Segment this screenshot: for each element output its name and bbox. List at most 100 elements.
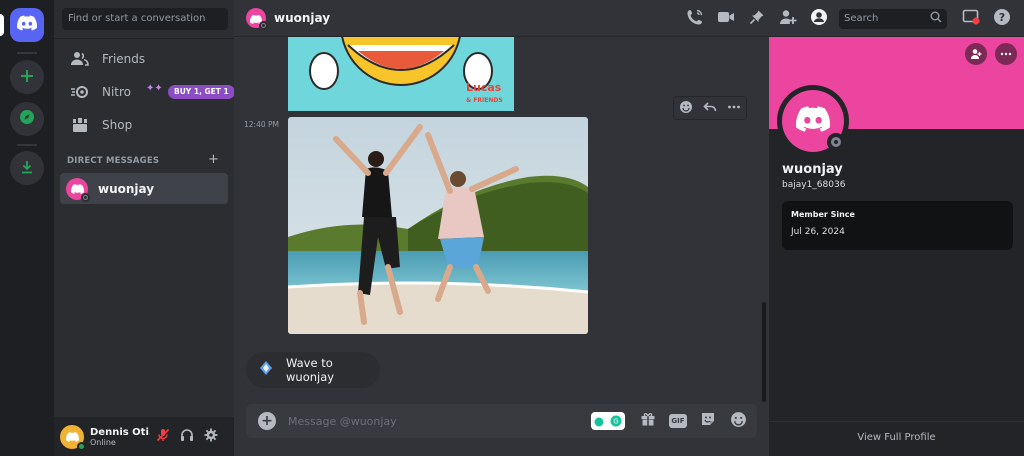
- add-friend-icon: [779, 9, 797, 29]
- message-toolbar: [673, 96, 747, 120]
- help-icon: ?: [993, 8, 1011, 30]
- sticker-image[interactable]: Lucas & FRIENDS: [288, 37, 514, 111]
- upload-plus-button[interactable]: +: [258, 412, 276, 430]
- divider: [769, 421, 1024, 422]
- member-since-date: Jul 26, 2024: [791, 227, 845, 237]
- online-status-icon: [77, 441, 86, 451]
- server-rail: [0, 0, 54, 456]
- add-friend-icon: [970, 45, 982, 64]
- sticker-brand: Lucas: [466, 81, 502, 94]
- dm-name: wuonjay: [98, 181, 155, 196]
- add-reaction-icon[interactable]: [679, 99, 693, 118]
- avatar: [66, 177, 90, 202]
- user-settings-button[interactable]: [200, 426, 222, 448]
- explore-servers-button[interactable]: [10, 102, 44, 136]
- dm-item-wuonjay[interactable]: wuonjay: [60, 173, 228, 204]
- offline-status-icon: [827, 133, 845, 151]
- user-info[interactable]: Dennis Oti... Online: [90, 427, 150, 447]
- avatar: [246, 8, 268, 30]
- mic-muted-icon: [156, 427, 170, 446]
- sidebar-item-friends[interactable]: Friends: [62, 44, 228, 74]
- channel-title[interactable]: wuonjay: [246, 8, 330, 30]
- download-apps-button[interactable]: [10, 151, 44, 185]
- gift-icon: [640, 411, 656, 431]
- more-options-icon: [1000, 45, 1012, 64]
- sparkle-icon: ✦✦: [146, 83, 163, 94]
- view-full-profile-button[interactable]: View Full Profile: [769, 432, 1024, 443]
- download-icon: [20, 159, 34, 178]
- inbox-button[interactable]: [959, 7, 983, 31]
- compass-icon: [19, 109, 35, 129]
- sticker-brand-sub: & FRIENDS: [466, 97, 503, 104]
- sidebar-item-nitro[interactable]: Nitro ✦✦ BUY 1, GET 1: [62, 77, 235, 107]
- search-input[interactable]: Search: [839, 8, 947, 29]
- chat-header: wuonjay Search ?: [234, 0, 1024, 37]
- add-friend-button[interactable]: [965, 43, 987, 65]
- find-conversation-input[interactable]: Find or start a conversation: [62, 8, 228, 30]
- discord-logo-icon: [17, 15, 38, 35]
- mute-button[interactable]: [152, 426, 174, 448]
- svg-text:G: G: [613, 417, 618, 425]
- add-friends-to-dm-button[interactable]: [776, 7, 800, 31]
- nitro-icon: [70, 82, 90, 102]
- offline-status-icon: [259, 21, 268, 30]
- friends-icon: [70, 49, 90, 69]
- create-dm-button[interactable]: +: [208, 152, 219, 167]
- discord-logo-icon: [796, 106, 831, 136]
- header-toolbar: Search ?: [676, 0, 1024, 37]
- pinned-messages-button[interactable]: [745, 7, 769, 31]
- inbox-icon: [962, 9, 980, 29]
- profile-display-name: wuonjay: [782, 162, 843, 177]
- sticker-button[interactable]: [697, 410, 719, 432]
- video-call-icon: [717, 9, 735, 28]
- sticker-icon: [700, 411, 716, 431]
- help-button[interactable]: ?: [990, 7, 1014, 31]
- nitro-promo-badge: BUY 1, GET 1: [168, 85, 235, 99]
- user-avatar[interactable]: [60, 424, 86, 451]
- svg-text:?: ?: [999, 11, 1005, 24]
- gif-icon: GIF: [669, 414, 687, 428]
- offline-status-icon: [81, 192, 90, 202]
- direct-messages-header: DIRECT MESSAGES: [67, 156, 160, 166]
- wave-button[interactable]: Wave to wuonjay: [246, 352, 380, 388]
- sidebar-item-label: Friends: [102, 52, 146, 66]
- voice-call-icon: [686, 8, 704, 30]
- gift-button[interactable]: [637, 410, 659, 432]
- shop-icon: [70, 115, 90, 135]
- search-placeholder: Search: [844, 13, 879, 24]
- pin-icon: [749, 9, 765, 29]
- profile-more-button[interactable]: [995, 43, 1017, 65]
- member-since-card: Member Since Jul 26, 2024: [782, 201, 1013, 250]
- search-icon: [930, 11, 942, 26]
- sidebar-item-shop[interactable]: Shop: [62, 110, 228, 140]
- home-button[interactable]: [10, 8, 44, 42]
- message-input[interactable]: Message @wuonjay: [288, 415, 591, 428]
- emoji-icon: [730, 411, 747, 432]
- grammarly-icon: G: [610, 412, 622, 431]
- voice-call-button[interactable]: [683, 7, 707, 31]
- emoji-button[interactable]: [727, 410, 749, 432]
- wave-sticker-icon: [258, 360, 274, 380]
- reply-icon[interactable]: [703, 99, 717, 118]
- sidebar-item-label: Nitro: [102, 85, 132, 99]
- message-composer: + Message @wuonjay G GIF: [246, 404, 757, 438]
- dm-sidebar: Find or start a conversation Friends Nit…: [54, 0, 235, 456]
- more-options-icon[interactable]: [727, 99, 741, 118]
- member-since-label: Member Since: [791, 210, 855, 219]
- headphones-icon: [180, 427, 194, 446]
- chat-scrollbar[interactable]: [762, 302, 766, 402]
- wave-button-label: Wave to wuonjay: [286, 356, 335, 384]
- user-profile-toggle[interactable]: [807, 7, 831, 31]
- grammar-extension-widget[interactable]: G: [591, 412, 625, 430]
- video-call-button[interactable]: [714, 7, 738, 31]
- selected-indicator: [0, 14, 4, 36]
- gif-button[interactable]: GIF: [667, 410, 689, 432]
- gif-image[interactable]: [288, 117, 588, 334]
- deafen-button[interactable]: [176, 426, 198, 448]
- user-panel: Dennis Oti... Online: [54, 417, 234, 456]
- message-timestamp: 12:40 PM: [244, 120, 279, 129]
- rail-divider: [17, 144, 37, 146]
- add-server-button[interactable]: [10, 60, 44, 94]
- discord-logo-icon: [65, 427, 79, 446]
- profile-username: bajay1_68036: [782, 180, 846, 190]
